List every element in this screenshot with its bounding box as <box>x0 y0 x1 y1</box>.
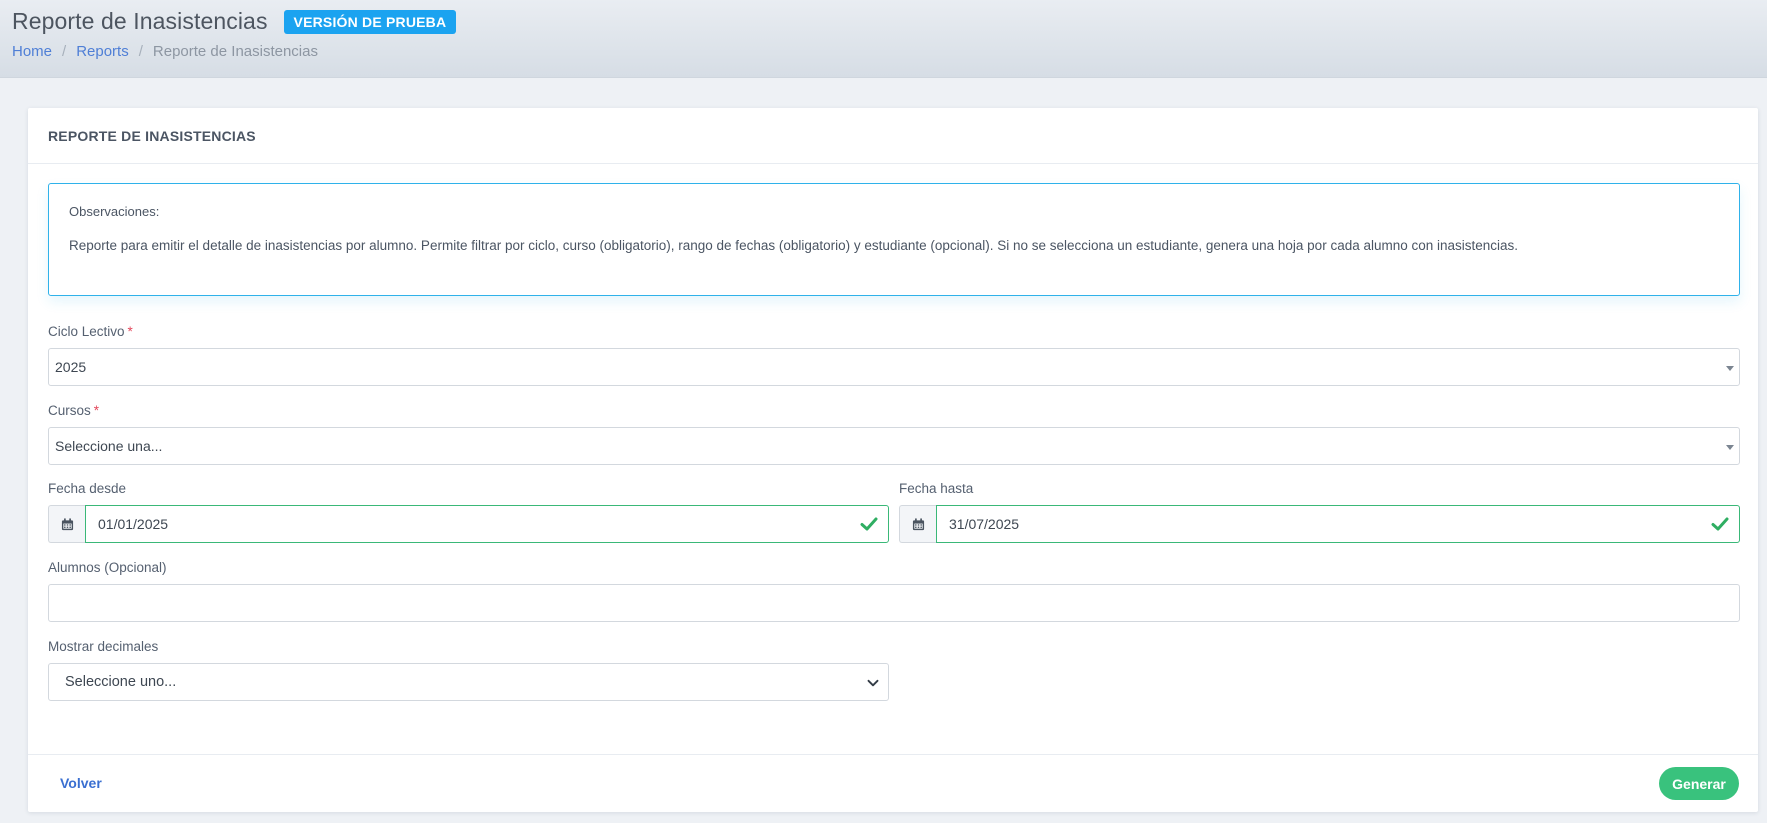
card-header: REPORTE DE INASISTENCIAS <box>28 108 1758 164</box>
fecha-hasta-field: 31/07/2025 <box>899 505 1740 543</box>
cursos-group: Cursos * Seleccione una... <box>48 403 1740 465</box>
fecha-hasta-value: 31/07/2025 <box>949 516 1020 532</box>
title-row: Reporte de Inasistencias VERSIÓN DE PRUE… <box>12 8 457 35</box>
breadcrumb-home-link[interactable]: Home <box>12 43 52 60</box>
calendar-icon[interactable] <box>899 505 936 543</box>
generate-button[interactable]: Generar <box>1659 767 1739 800</box>
fecha-desde-value: 01/01/2025 <box>98 516 169 532</box>
trial-version-badge: VERSIÓN DE PRUEBA <box>283 9 457 34</box>
back-button[interactable]: Volver <box>60 775 102 791</box>
observations-text: Reporte para emitir el detalle de inasis… <box>69 238 1519 253</box>
fecha-desde-field: 01/01/2025 <box>48 505 889 543</box>
decimales-label: Mostrar decimales <box>48 639 159 654</box>
card-title: REPORTE DE INASISTENCIAS <box>48 127 256 144</box>
alumnos-input[interactable] <box>48 584 1740 622</box>
required-mark: * <box>127 324 133 339</box>
ciclo-label: Ciclo Lectivo * <box>48 324 1740 339</box>
card-footer: Volver Generar <box>28 754 1758 812</box>
breadcrumb-current: Reporte de Inasistencias <box>152 43 318 60</box>
check-icon <box>860 517 878 531</box>
page-title: Reporte de Inasistencias <box>12 8 268 34</box>
decimales-group: Mostrar decimales Seleccione uno... <box>48 639 1740 701</box>
fecha-desde-group: Fecha desde 01/01/2025 <box>48 481 889 543</box>
check-icon <box>1711 517 1729 531</box>
cursos-label-text: Cursos <box>48 403 91 418</box>
alumnos-group: Alumnos (Opcional) <box>48 560 1740 622</box>
fecha-hasta-group: Fecha hasta 31/07/2025 <box>899 481 1740 543</box>
ciclo-select[interactable]: 2025 <box>48 348 1740 386</box>
alumnos-label: Alumnos (Opcional) <box>48 560 167 575</box>
decimales-select[interactable]: Seleccione uno... <box>48 663 889 701</box>
report-card: REPORTE DE INASISTENCIAS Observaciones: … <box>28 108 1758 812</box>
ciclo-select-value: 2025 <box>55 359 87 375</box>
fecha-desde-label: Fecha desde <box>48 481 127 496</box>
cursos-select[interactable]: Seleccione una... <box>48 427 1740 465</box>
breadcrumb-separator: / <box>62 43 67 60</box>
dropdown-caret-icon <box>1726 445 1734 450</box>
page-header: Reporte de Inasistencias VERSIÓN DE PRUE… <box>0 0 1767 78</box>
breadcrumb-reports-link[interactable]: Reports <box>76 43 129 60</box>
ciclo-label-text: Ciclo Lectivo <box>48 324 125 339</box>
cursos-label: Cursos * <box>48 403 1740 418</box>
breadcrumb: Home / Reports / Reporte de Inasistencia… <box>12 43 318 60</box>
date-range-row: Fecha desde 01/01/2025 Fecha hasta 31/07… <box>48 481 1740 543</box>
fecha-desde-input[interactable]: 01/01/2025 <box>85 505 889 543</box>
fecha-hasta-label: Fecha hasta <box>899 481 974 496</box>
calendar-icon[interactable] <box>48 505 85 543</box>
card-body: Observaciones: Reporte para emitir el de… <box>48 183 1740 701</box>
observations-title: Observaciones: <box>69 204 160 219</box>
ciclo-group: Ciclo Lectivo * 2025 <box>48 324 1740 386</box>
observations-box: Observaciones: Reporte para emitir el de… <box>48 183 1740 296</box>
chevron-down-icon <box>867 679 879 687</box>
decimales-select-value: Seleccione uno... <box>65 674 177 690</box>
breadcrumb-separator: / <box>138 43 143 60</box>
cursos-select-value: Seleccione una... <box>55 438 163 454</box>
dropdown-caret-icon <box>1726 366 1734 371</box>
required-mark: * <box>93 403 100 418</box>
fecha-hasta-input[interactable]: 31/07/2025 <box>936 505 1740 543</box>
